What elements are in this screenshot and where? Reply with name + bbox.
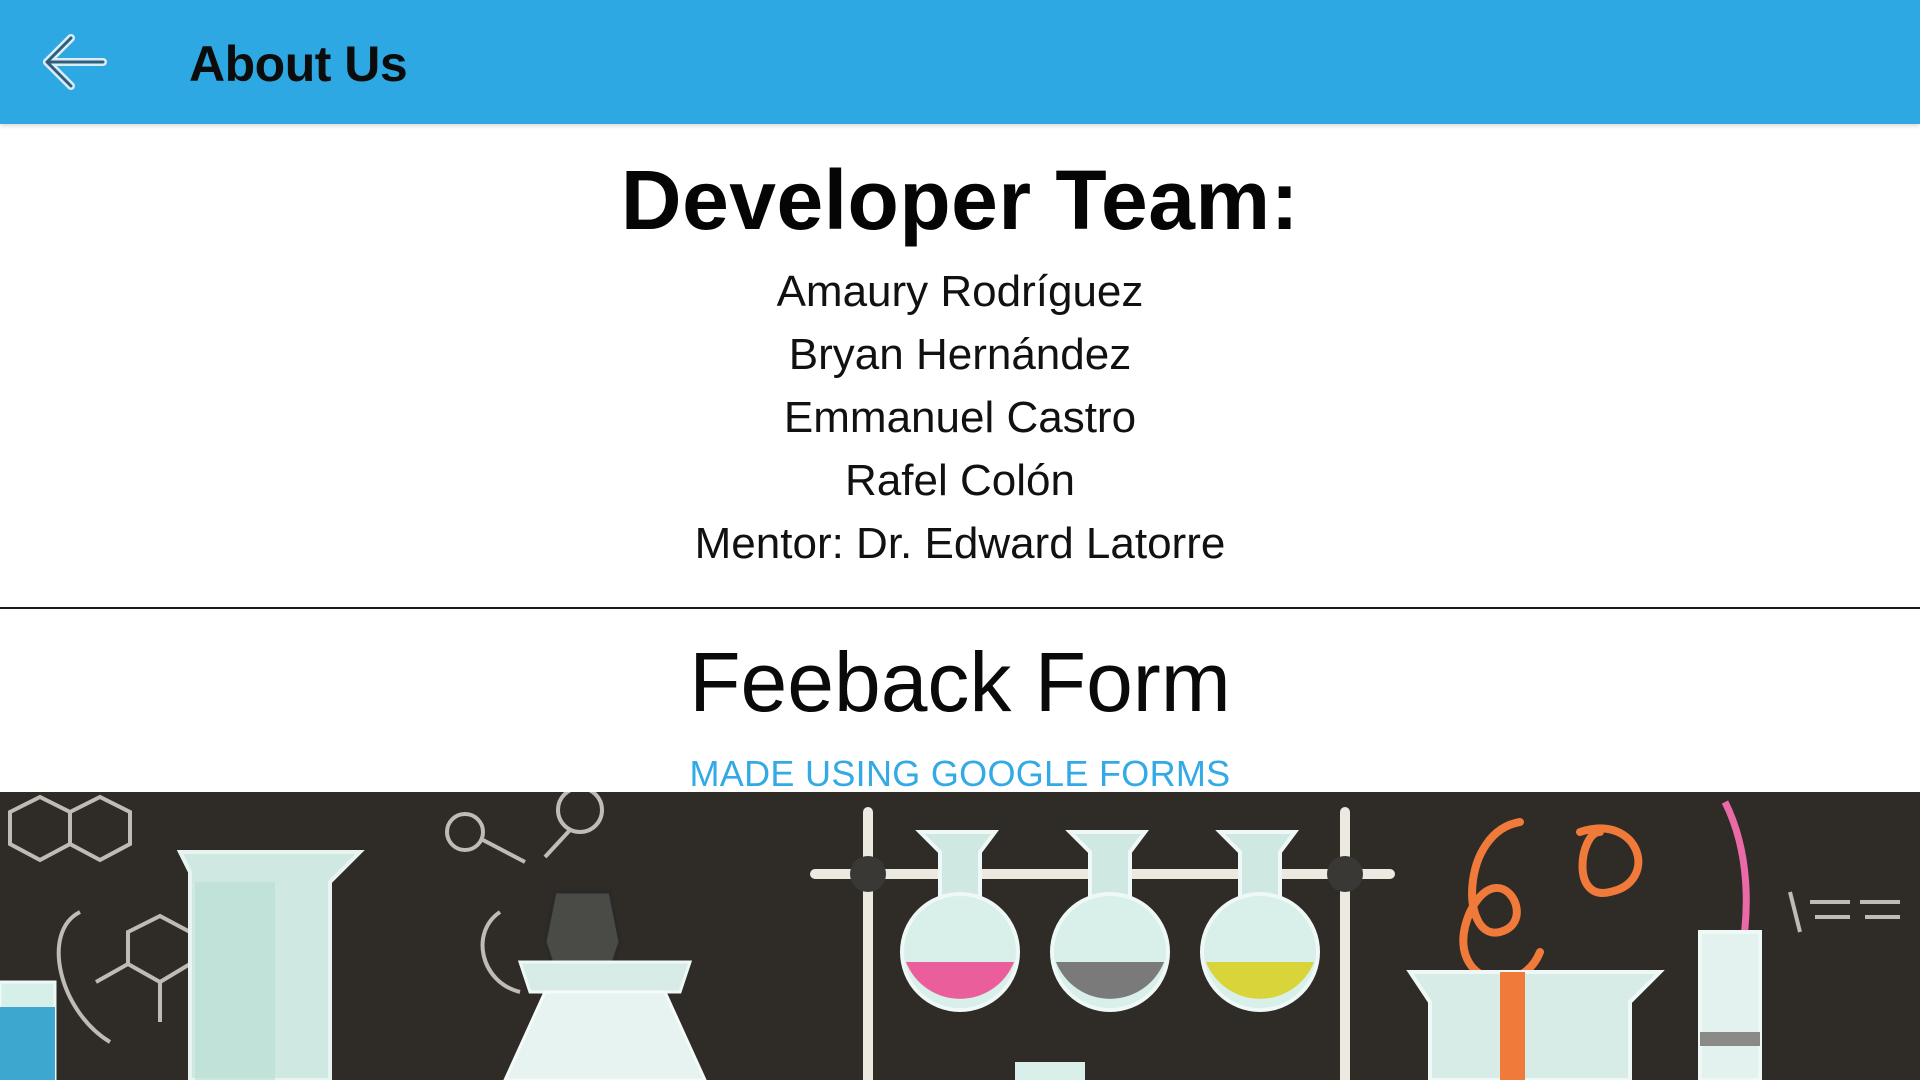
back-button[interactable] bbox=[34, 30, 114, 94]
chemistry-lab-illustration bbox=[0, 792, 1920, 1080]
developer-team-section: Developer Team: Amaury Rodríguez Bryan H… bbox=[0, 124, 1920, 608]
google-forms-link[interactable]: MADE USING GOOGLE FORMS bbox=[690, 752, 1231, 796]
team-mentor: Mentor: Dr. Edward Latorre bbox=[694, 519, 1226, 568]
page-title: About Us bbox=[189, 36, 408, 92]
team-member: Emmanuel Castro bbox=[783, 393, 1137, 442]
team-member-list: Amaury Rodríguez Bryan Hernández Emmanue… bbox=[0, 260, 1920, 575]
feedback-form-section: Feeback Form MADE USING GOOGLE FORMS bbox=[0, 610, 1920, 794]
chemistry-lab-banner bbox=[0, 792, 1920, 1080]
developer-team-heading: Developer Team: bbox=[620, 153, 1300, 247]
app-bar: About Us bbox=[0, 0, 1920, 124]
team-member: Amaury Rodríguez bbox=[776, 267, 1144, 316]
section-divider bbox=[0, 607, 1920, 609]
team-member: Bryan Hernández bbox=[788, 330, 1132, 379]
team-member: Rafel Colón bbox=[845, 456, 1075, 505]
feedback-form-heading: Feeback Form bbox=[689, 635, 1231, 729]
arrow-left-icon bbox=[43, 34, 107, 90]
